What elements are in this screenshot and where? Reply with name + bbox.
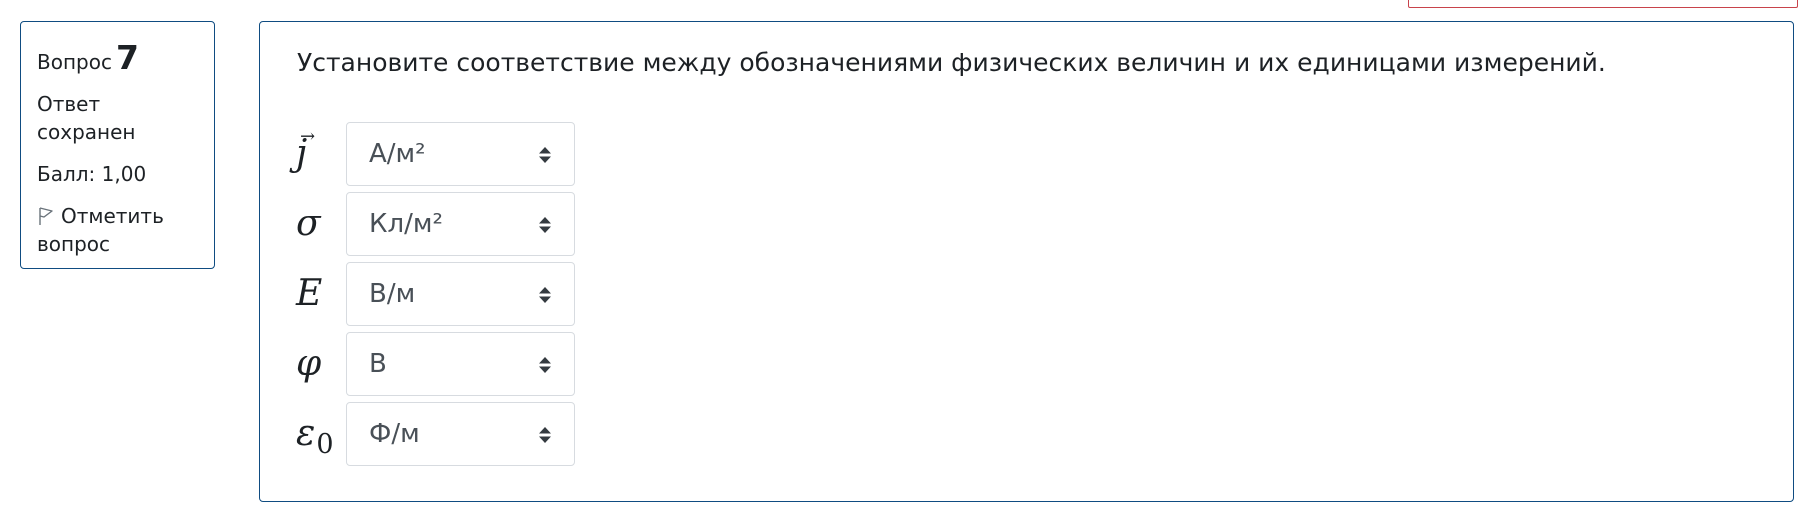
previous-question-alert-edge: [1408, 0, 1798, 8]
sort-caret-icon: [539, 287, 551, 303]
answer-state-line1: Ответ: [37, 92, 101, 117]
selected-unit: В/м: [369, 279, 416, 309]
sort-caret-icon: [539, 427, 551, 443]
symbol-text: E: [296, 273, 323, 314]
question-grade: Балл: 1,00: [37, 162, 147, 187]
flag-question-link[interactable]: Отметить вопрос: [37, 202, 198, 258]
unit-select-3[interactable]: В/м: [346, 262, 575, 326]
question-info-panel: Вопрос 7 Ответ сохранен Балл: 1,00 Отмети…: [20, 21, 215, 269]
flag-icon: [39, 207, 53, 226]
question-text: Установите соответствие между обозначени…: [297, 48, 1606, 77]
answer-state: Ответ сохранен: [37, 90, 198, 146]
unit-select-5[interactable]: Ф/м: [346, 402, 575, 466]
symbol-potential: φ: [296, 332, 341, 396]
selected-unit: А/м²: [369, 139, 426, 169]
symbol-main: ε: [296, 413, 316, 454]
symbol-vacuum-permittivity: ε0: [296, 402, 341, 466]
answer-state-line2: сохранен: [37, 120, 136, 145]
sort-caret-icon: [539, 357, 551, 373]
symbol-current-density: → j: [296, 122, 341, 186]
sort-caret-icon: [539, 147, 551, 163]
flag-label-line2: вопрос: [37, 232, 111, 257]
selected-unit: В: [369, 349, 387, 379]
flag-label-line1: Отметить: [61, 204, 164, 229]
selected-unit: Ф/м: [369, 419, 420, 449]
sort-caret-icon: [539, 217, 551, 233]
symbol-electric-field: E: [296, 262, 341, 326]
question-label: Вопрос: [37, 50, 112, 74]
unit-select-4[interactable]: В: [346, 332, 575, 396]
symbol-text: σ: [296, 203, 321, 244]
selected-unit: Кл/м²: [369, 209, 443, 239]
question-number: 7: [115, 38, 139, 77]
symbol-text: ε0: [296, 402, 334, 477]
symbol-surface-charge-density: σ: [296, 192, 341, 256]
question-number-heading: Вопрос 7: [37, 38, 198, 77]
unit-select-1[interactable]: А/м²: [346, 122, 575, 186]
question-content-panel: Установите соответствие между обозначени…: [259, 21, 1794, 502]
unit-select-2[interactable]: Кл/м²: [346, 192, 575, 256]
symbol-text: φ: [296, 343, 322, 384]
symbol-subscript: 0: [316, 429, 334, 460]
symbol-text: j: [296, 133, 308, 174]
